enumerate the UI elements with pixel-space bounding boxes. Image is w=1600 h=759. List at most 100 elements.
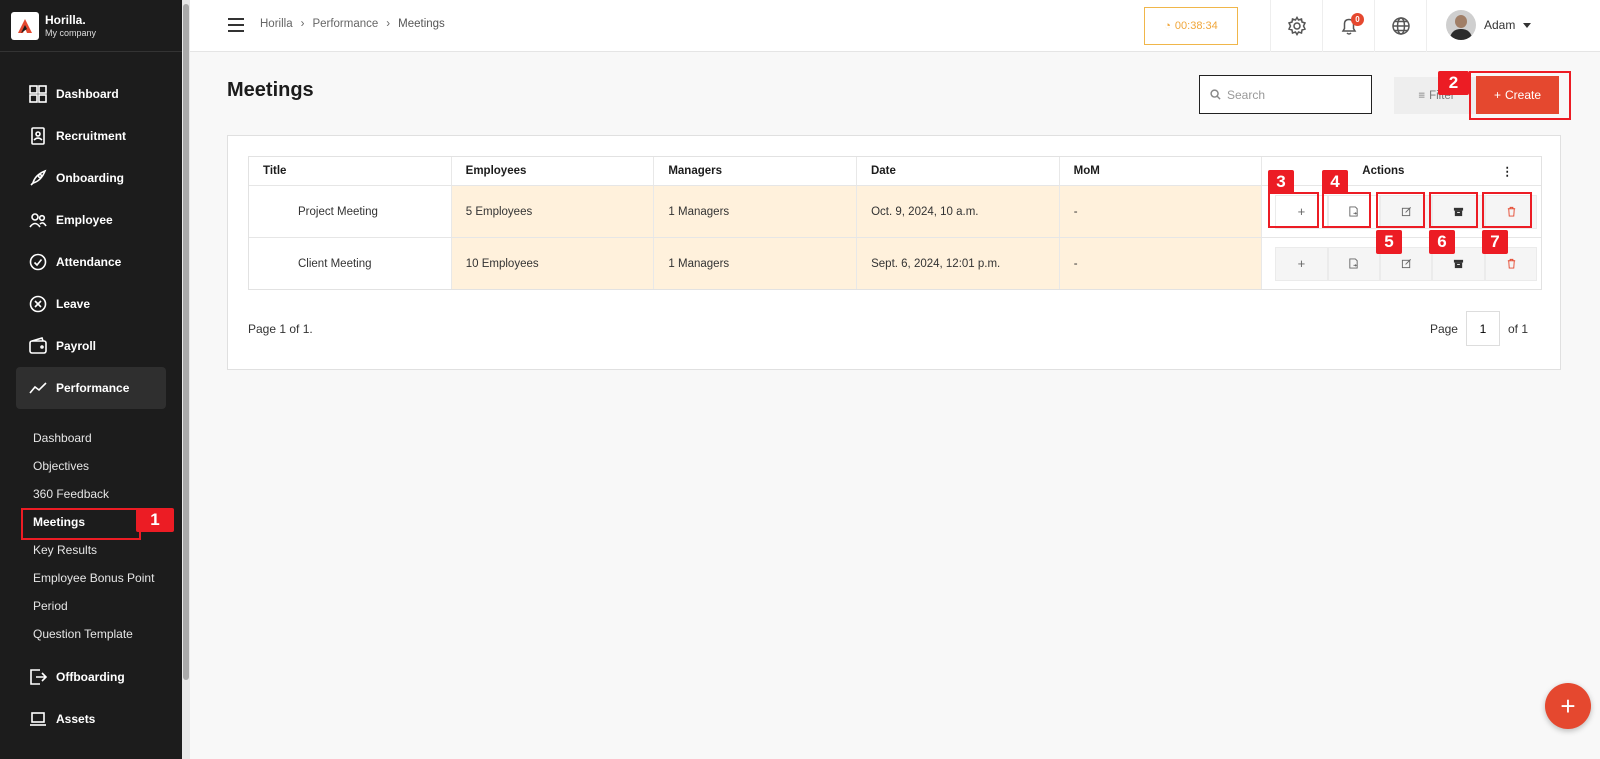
sidebar-item-label: Leave xyxy=(56,297,91,311)
breadcrumb-separator-icon: › xyxy=(386,18,391,30)
notification-badge: 0 xyxy=(1351,13,1364,26)
page-title: Meetings xyxy=(227,79,314,101)
user-menu[interactable]: Adam xyxy=(1446,10,1532,40)
sidebar-item-label: Attendance xyxy=(56,255,122,269)
sidebar-item-label: Employee xyxy=(56,213,113,227)
archive-icon xyxy=(1454,259,1464,269)
clock-icon: ◔ xyxy=(1164,20,1171,32)
sidebar-item-label: Recruitment xyxy=(56,129,127,143)
cell-title: Client Meeting xyxy=(249,238,452,289)
dashboard-icon xyxy=(28,84,48,104)
meetings-card: Title Employees Managers Date MoM Action… xyxy=(227,135,1561,370)
sidebar-item-label: Offboarding xyxy=(56,670,125,684)
check-circle-icon xyxy=(28,252,48,272)
sidebar: Horilla. My company Dashboard Recruitmen… xyxy=(0,0,182,759)
column-header-date[interactable]: Date xyxy=(856,157,1060,185)
sidebar-item-leave[interactable]: Leave xyxy=(16,283,166,325)
submenu-dashboard[interactable]: Dashboard xyxy=(33,431,92,445)
cell-managers: 1 Managers xyxy=(654,238,858,289)
pager-label: Page xyxy=(1429,321,1458,336)
plus-icon: + xyxy=(1560,690,1576,721)
submenu-360-feedback[interactable]: 360 Feedback xyxy=(33,487,109,501)
add-mom-button[interactable]: + xyxy=(1275,246,1328,281)
trash-icon xyxy=(1507,258,1515,269)
annotation-label-6: 6 xyxy=(1429,230,1455,254)
brand[interactable]: Horilla. My company xyxy=(0,0,182,52)
wallet-icon xyxy=(28,336,48,356)
column-header-actions: Actions ⋮ xyxy=(1262,157,1541,185)
cell-employees: 10 Employees xyxy=(451,238,655,289)
pagination: Page of 1 xyxy=(1430,311,1528,346)
breadcrumb: Horilla › Performance › Meetings xyxy=(260,18,445,30)
sidebar-item-employee[interactable]: Employee xyxy=(16,199,166,241)
plus-icon: + xyxy=(1297,256,1306,271)
exit-icon xyxy=(28,667,48,687)
breadcrumb-item-performance[interactable]: Performance xyxy=(312,18,378,30)
sidebar-item-dashboard[interactable]: Dashboard xyxy=(16,73,166,115)
notifications-button[interactable]: 0 xyxy=(1322,0,1374,52)
scrollbar-thumb[interactable] xyxy=(183,4,189,680)
sidebar-item-recruitment[interactable]: Recruitment xyxy=(16,115,166,157)
page-number-input[interactable] xyxy=(1465,311,1500,346)
table-row[interactable]: Client Meeting 10 Employees 1 Managers S… xyxy=(249,238,1541,289)
annotation-box-5 xyxy=(1376,192,1425,228)
kebab-menu-icon[interactable]: ⋮ xyxy=(1501,164,1513,178)
column-header-managers[interactable]: Managers xyxy=(654,157,857,185)
column-header-mom[interactable]: MoM xyxy=(1059,157,1263,185)
submenu-period[interactable]: Period xyxy=(33,599,68,613)
sidebar-item-onboarding[interactable]: Onboarding xyxy=(16,157,166,199)
annotation-box-1 xyxy=(21,508,141,540)
actions-label: Actions xyxy=(1362,165,1405,177)
edit-icon xyxy=(1401,259,1411,269)
submenu-employee-bonus-point[interactable]: Employee Bonus Point xyxy=(33,571,154,585)
sidebar-item-attendance[interactable]: Attendance xyxy=(16,241,166,283)
document-icon xyxy=(1349,258,1358,269)
language-button[interactable] xyxy=(1374,0,1426,52)
cell-employees: 5 Employees xyxy=(451,186,655,237)
recruitment-icon xyxy=(28,126,48,146)
column-header-employees[interactable]: Employees xyxy=(451,157,655,185)
view-document-button[interactable] xyxy=(1327,246,1381,281)
annotation-box-7 xyxy=(1482,192,1532,228)
annotation-box-4 xyxy=(1322,192,1371,228)
sidebar-item-label: Onboarding xyxy=(56,171,124,185)
submenu-objectives[interactable]: Objectives xyxy=(33,459,89,473)
search-input[interactable] xyxy=(1227,87,1357,102)
trend-icon xyxy=(28,378,48,398)
breadcrumb-item-horilla[interactable]: Horilla xyxy=(260,18,293,30)
column-header-title[interactable]: Title xyxy=(249,157,452,185)
annotation-box-2 xyxy=(1469,71,1571,120)
submenu-key-results[interactable]: Key Results xyxy=(33,543,97,557)
sidebar-item-assets[interactable]: Assets xyxy=(16,698,166,740)
sidebar-item-offboarding[interactable]: Offboarding xyxy=(16,656,166,698)
cell-date: Oct. 9, 2024, 10 a.m. xyxy=(857,186,1060,237)
annotation-label-4: 4 xyxy=(1322,170,1348,194)
hamburger-menu-icon[interactable] xyxy=(228,18,244,32)
search-box[interactable] xyxy=(1199,75,1372,114)
annotation-label-1: 1 xyxy=(136,508,174,532)
breadcrumb-separator-icon: › xyxy=(300,18,305,30)
gear-icon xyxy=(1287,16,1306,36)
quick-add-fab-button[interactable]: + xyxy=(1545,683,1591,729)
page-info: Page 1 of 1. xyxy=(248,322,313,336)
user-name: Adam xyxy=(1484,18,1516,32)
cell-managers: 1 Managers xyxy=(654,186,858,237)
sidebar-scrollbar[interactable] xyxy=(182,0,190,759)
annotation-label-5: 5 xyxy=(1376,230,1402,254)
sidebar-item-performance[interactable]: Performance xyxy=(16,367,166,409)
annotation-label-2: 2 xyxy=(1438,71,1469,95)
sidebar-item-payroll[interactable]: Payroll xyxy=(16,325,166,367)
settings-button[interactable] xyxy=(1270,0,1322,52)
search-icon xyxy=(1210,89,1221,100)
people-icon xyxy=(28,210,48,230)
sidebar-item-label: Dashboard xyxy=(56,87,119,101)
topbar: Horilla › Performance › Meetings ◔ 00:38… xyxy=(190,0,1600,52)
cell-title: Project Meeting xyxy=(249,186,452,237)
submenu-question-template[interactable]: Question Template xyxy=(33,627,133,641)
x-circle-icon xyxy=(28,294,48,314)
filter-icon: ≡ xyxy=(1418,89,1426,102)
sidebar-item-label: Performance xyxy=(56,381,130,395)
horilla-logo-icon xyxy=(11,11,39,40)
clock-in-timer[interactable]: ◔ 00:38:34 xyxy=(1144,7,1238,45)
annotation-label-7: 7 xyxy=(1482,230,1508,254)
